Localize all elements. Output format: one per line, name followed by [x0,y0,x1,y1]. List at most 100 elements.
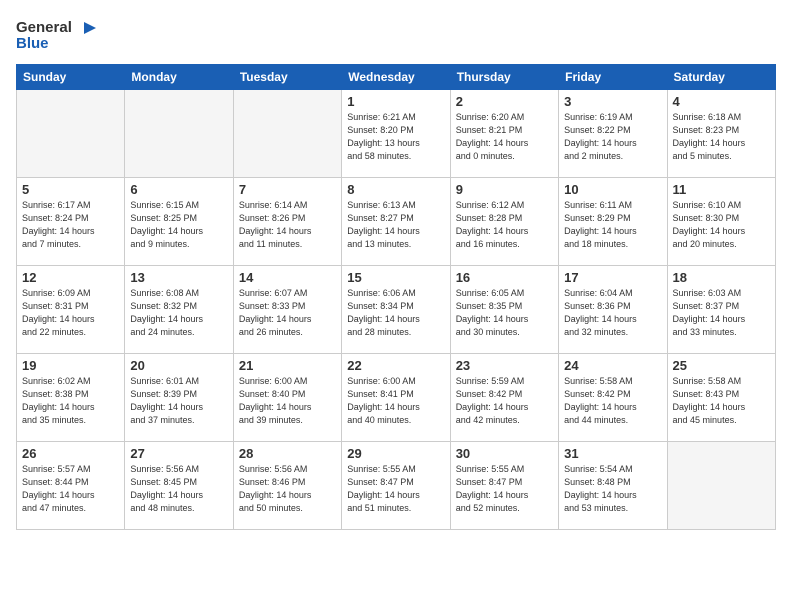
cell-info: Sunrise: 6:14 AM Sunset: 8:26 PM Dayligh… [239,199,336,251]
svg-text:Blue: Blue [16,35,49,52]
day-number: 7 [239,182,336,197]
day-number: 24 [564,358,661,373]
calendar-cell: 21 Sunrise: 6:00 AM Sunset: 8:40 PM Dayli… [233,354,341,442]
day-number: 2 [456,94,553,109]
logo: GeneralBlue [16,16,96,52]
cell-info: Sunrise: 6:02 AM Sunset: 8:38 PM Dayligh… [22,375,119,427]
calendar-cell: 18 Sunrise: 6:03 AM Sunset: 8:37 PM Dayli… [667,266,775,354]
cell-info: Sunrise: 6:17 AM Sunset: 8:24 PM Dayligh… [22,199,119,251]
calendar-week-3: 19 Sunrise: 6:02 AM Sunset: 8:38 PM Dayli… [17,354,776,442]
cell-info: Sunrise: 6:04 AM Sunset: 8:36 PM Dayligh… [564,287,661,339]
day-number: 22 [347,358,444,373]
calendar-cell: 8 Sunrise: 6:13 AM Sunset: 8:27 PM Daylig… [342,178,450,266]
day-number: 17 [564,270,661,285]
cell-info: Sunrise: 6:03 AM Sunset: 8:37 PM Dayligh… [673,287,770,339]
day-number: 13 [130,270,227,285]
calendar-header-monday: Monday [125,65,233,90]
day-number: 3 [564,94,661,109]
calendar-cell: 5 Sunrise: 6:17 AM Sunset: 8:24 PM Daylig… [17,178,125,266]
cell-info: Sunrise: 6:06 AM Sunset: 8:34 PM Dayligh… [347,287,444,339]
calendar-cell: 11Sunrise: 6:10 AM Sunset: 8:30 PM Dayli… [667,178,775,266]
calendar-cell: 10 Sunrise: 6:11 AM Sunset: 8:29 PM Dayli… [559,178,667,266]
cell-info: Sunrise: 6:18 AM Sunset: 8:23 PM Dayligh… [673,111,770,163]
calendar-cell: 26Sunrise: 5:57 AM Sunset: 8:44 PM Dayli… [17,442,125,530]
calendar-header-tuesday: Tuesday [233,65,341,90]
logo-svg: GeneralBlue [16,16,96,52]
day-number: 28 [239,446,336,461]
calendar-header-friday: Friday [559,65,667,90]
calendar-cell: 27 Sunrise: 5:56 AM Sunset: 8:45 PM Dayli… [125,442,233,530]
calendar-cell [667,442,775,530]
cell-info: Sunrise: 5:58 AM Sunset: 8:42 PM Dayligh… [564,375,661,427]
cell-info: Sunrise: 6:05 AM Sunset: 8:35 PM Dayligh… [456,287,553,339]
day-number: 8 [347,182,444,197]
calendar-cell: 6 Sunrise: 6:15 AM Sunset: 8:25 PM Daylig… [125,178,233,266]
page: GeneralBlue SundayMondayTuesdayWednesday… [0,0,792,612]
calendar-week-4: 26Sunrise: 5:57 AM Sunset: 8:44 PM Dayli… [17,442,776,530]
day-number: 23 [456,358,553,373]
cell-info: Sunrise: 6:15 AM Sunset: 8:25 PM Dayligh… [130,199,227,251]
calendar-cell: 1 Sunrise: 6:21 AM Sunset: 8:20 PM Daylig… [342,90,450,178]
day-number: 19 [22,358,119,373]
day-number: 1 [347,94,444,109]
calendar-cell: 31 Sunrise: 5:54 AM Sunset: 8:48 PM Dayli… [559,442,667,530]
calendar-cell [125,90,233,178]
calendar-cell: 16 Sunrise: 6:05 AM Sunset: 8:35 PM Dayli… [450,266,558,354]
day-number: 25 [673,358,770,373]
calendar-cell: 22 Sunrise: 6:00 AM Sunset: 8:41 PM Dayli… [342,354,450,442]
calendar-header-sunday: Sunday [17,65,125,90]
svg-text:General: General [16,19,72,36]
cell-info: Sunrise: 5:54 AM Sunset: 8:48 PM Dayligh… [564,463,661,515]
cell-info: Sunrise: 5:55 AM Sunset: 8:47 PM Dayligh… [456,463,553,515]
calendar-table: SundayMondayTuesdayWednesdayThursdayFrid… [16,64,776,530]
calendar-cell: 14 Sunrise: 6:07 AM Sunset: 8:33 PM Dayli… [233,266,341,354]
cell-info: Sunrise: 5:58 AM Sunset: 8:43 PM Dayligh… [673,375,770,427]
day-number: 15 [347,270,444,285]
cell-info: Sunrise: 6:00 AM Sunset: 8:40 PM Dayligh… [239,375,336,427]
cell-info: Sunrise: 6:12 AM Sunset: 8:28 PM Dayligh… [456,199,553,251]
cell-info: Sunrise: 5:57 AM Sunset: 8:44 PM Dayligh… [22,463,119,515]
calendar-cell: 7 Sunrise: 6:14 AM Sunset: 8:26 PM Daylig… [233,178,341,266]
calendar-cell: 28 Sunrise: 5:56 AM Sunset: 8:46 PM Dayli… [233,442,341,530]
cell-info: Sunrise: 6:01 AM Sunset: 8:39 PM Dayligh… [130,375,227,427]
calendar-cell: 23 Sunrise: 5:59 AM Sunset: 8:42 PM Dayli… [450,354,558,442]
day-number: 10 [564,182,661,197]
calendar-week-2: 12Sunrise: 6:09 AM Sunset: 8:31 PM Dayli… [17,266,776,354]
calendar-cell: 19 Sunrise: 6:02 AM Sunset: 8:38 PM Dayli… [17,354,125,442]
cell-info: Sunrise: 5:55 AM Sunset: 8:47 PM Dayligh… [347,463,444,515]
calendar-header-row: SundayMondayTuesdayWednesdayThursdayFrid… [17,65,776,90]
cell-info: Sunrise: 5:56 AM Sunset: 8:46 PM Dayligh… [239,463,336,515]
calendar-cell: 3Sunrise: 6:19 AM Sunset: 8:22 PM Daylig… [559,90,667,178]
calendar-cell: 15 Sunrise: 6:06 AM Sunset: 8:34 PM Dayli… [342,266,450,354]
calendar-week-1: 5 Sunrise: 6:17 AM Sunset: 8:24 PM Daylig… [17,178,776,266]
calendar-cell [233,90,341,178]
day-number: 31 [564,446,661,461]
cell-info: Sunrise: 6:07 AM Sunset: 8:33 PM Dayligh… [239,287,336,339]
calendar-cell: 2Sunrise: 6:20 AM Sunset: 8:21 PM Daylig… [450,90,558,178]
day-number: 6 [130,182,227,197]
day-number: 27 [130,446,227,461]
calendar-header-saturday: Saturday [667,65,775,90]
day-number: 11 [673,182,770,197]
calendar-header-thursday: Thursday [450,65,558,90]
day-number: 30 [456,446,553,461]
cell-info: Sunrise: 6:11 AM Sunset: 8:29 PM Dayligh… [564,199,661,251]
day-number: 16 [456,270,553,285]
day-number: 9 [456,182,553,197]
day-number: 14 [239,270,336,285]
day-number: 5 [22,182,119,197]
cell-info: Sunrise: 6:21 AM Sunset: 8:20 PM Dayligh… [347,111,444,163]
day-number: 21 [239,358,336,373]
calendar-cell: 12Sunrise: 6:09 AM Sunset: 8:31 PM Dayli… [17,266,125,354]
cell-info: Sunrise: 5:56 AM Sunset: 8:45 PM Dayligh… [130,463,227,515]
calendar-cell: 29 Sunrise: 5:55 AM Sunset: 8:47 PM Dayli… [342,442,450,530]
day-number: 18 [673,270,770,285]
cell-info: Sunrise: 6:08 AM Sunset: 8:32 PM Dayligh… [130,287,227,339]
calendar-cell: 25 Sunrise: 5:58 AM Sunset: 8:43 PM Dayli… [667,354,775,442]
cell-info: Sunrise: 6:09 AM Sunset: 8:31 PM Dayligh… [22,287,119,339]
day-number: 29 [347,446,444,461]
cell-info: Sunrise: 5:59 AM Sunset: 8:42 PM Dayligh… [456,375,553,427]
cell-info: Sunrise: 6:13 AM Sunset: 8:27 PM Dayligh… [347,199,444,251]
cell-info: Sunrise: 6:00 AM Sunset: 8:41 PM Dayligh… [347,375,444,427]
calendar-cell: 30 Sunrise: 5:55 AM Sunset: 8:47 PM Dayli… [450,442,558,530]
